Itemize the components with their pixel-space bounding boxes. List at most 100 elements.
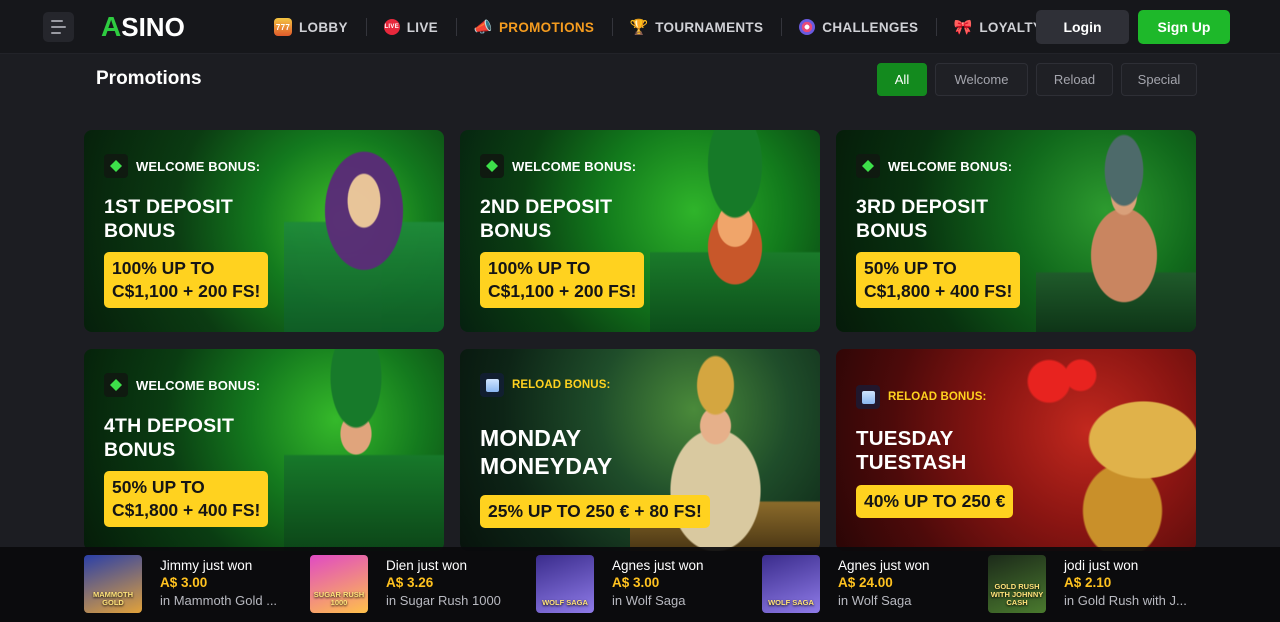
clover-icon: [104, 373, 128, 397]
target-icon: [799, 19, 816, 35]
nav-label: PROMOTIONS: [498, 19, 595, 35]
filter-reload[interactable]: Reload: [1036, 63, 1113, 96]
slot-777-icon: 777: [274, 18, 292, 36]
win-amount: A$ 2.10: [1064, 575, 1112, 590]
game-thumbnail-label: WOLF SAGA: [768, 598, 814, 607]
filter-all[interactable]: All: [877, 63, 927, 96]
win-item[interactable]: WOLF SAGA Agnes just won A$ 24.00 in Wol…: [762, 555, 977, 615]
hamburger-menu-button[interactable]: [43, 12, 74, 42]
promo-badge: WELCOME BONUS:: [104, 154, 260, 178]
nav-lobby[interactable]: 777 LOBBY: [256, 0, 366, 54]
game-thumbnail-label: SUGAR RUSH 1000: [313, 590, 365, 607]
win-item[interactable]: GOLD RUSH WITH JOHNNY CASH jodi just won…: [988, 555, 1203, 615]
live-icon: LIVE: [383, 19, 400, 35]
win-item[interactable]: SUGAR RUSH 1000 Dien just won A$ 3.26 in…: [310, 555, 525, 615]
clover-icon: [856, 154, 880, 178]
character-artwork: [284, 130, 444, 332]
nav-challenges[interactable]: CHALLENGES: [781, 0, 936, 54]
promo-title: 3RD DEPOSIT BONUS: [856, 196, 989, 242]
promo-offer: 50% UP TO C$1,800 + 400 FS!: [104, 471, 269, 527]
clover-icon: [480, 154, 504, 178]
nav-tournaments[interactable]: 🏆 TOURNAMENTS: [612, 0, 781, 54]
promo-badge: RELOAD BONUS:: [480, 373, 610, 397]
win-game-link[interactable]: in Gold Rush with J...: [1064, 592, 1187, 610]
nav-label: TOURNAMENTS: [655, 19, 764, 35]
brand-logo[interactable]: A SINO: [101, 11, 185, 43]
character-artwork: [986, 349, 1196, 551]
game-thumbnail: WOLF SAGA: [536, 555, 594, 613]
signup-button[interactable]: Sign Up: [1138, 10, 1230, 44]
win-game-link[interactable]: in Mammoth Gold ...: [160, 592, 277, 610]
promo-card[interactable]: WELCOME BONUS: 4TH DEPOSIT BONUS 50% UP …: [84, 349, 444, 551]
nav-label: CHALLENGES: [822, 19, 919, 35]
gift-icon: [856, 385, 880, 409]
nav-label: LOYALTY: [979, 19, 1043, 35]
promo-offer: 100% UP TO C$1,100 + 200 FS!: [104, 252, 269, 308]
promo-badge: WELCOME BONUS:: [480, 154, 636, 178]
game-thumbnail: SUGAR RUSH 1000: [310, 555, 368, 613]
game-thumbnail-label: MAMMOTH GOLD: [93, 590, 133, 607]
nav-live[interactable]: LIVE LIVE: [365, 0, 456, 54]
promo-badge-label: WELCOME BONUS:: [512, 158, 637, 174]
promo-badge-label: WELCOME BONUS:: [888, 158, 1013, 174]
win-item[interactable]: MAMMOTH GOLD Jimmy just won A$ 3.00 in M…: [84, 555, 299, 615]
winner-name: jodi just won: [1064, 558, 1139, 573]
promo-card[interactable]: WELCOME BONUS: 1ST DEPOSIT BONUS 100% UP…: [84, 130, 444, 332]
win-game-link[interactable]: in Sugar Rush 1000: [386, 592, 501, 610]
promo-card[interactable]: WELCOME BONUS: 2ND DEPOSIT BONUS 100% UP…: [460, 130, 820, 332]
promo-badge-label: RELOAD BONUS:: [888, 391, 987, 403]
recent-wins-ticker: MAMMOTH GOLD Jimmy just won A$ 3.00 in M…: [0, 547, 1280, 622]
menu-line: [51, 26, 66, 28]
promo-title: 1ST DEPOSIT BONUS: [104, 196, 233, 242]
game-thumbnail: MAMMOTH GOLD: [84, 555, 142, 613]
win-game-link[interactable]: in Wolf Saga: [838, 592, 930, 610]
promo-filter-tabs: All Welcome Reload Special: [877, 63, 1197, 96]
promo-badge-label: RELOAD BONUS:: [512, 379, 611, 391]
ribbon-gift-icon: 🎀: [953, 19, 973, 36]
promo-card[interactable]: RELOAD BONUS: TUESDAY TUESTASH 40% UP TO…: [836, 349, 1196, 551]
character-artwork: [284, 349, 444, 551]
promo-offer: 100% UP TO C$1,100 + 200 FS!: [480, 252, 645, 308]
promo-offer: 40% UP TO 250 €: [856, 485, 1014, 518]
filter-welcome[interactable]: Welcome: [935, 63, 1028, 96]
main-nav: 777 LOBBY LIVE LIVE 📣 PROMOTIONS 🏆 TOURN…: [256, 0, 1060, 54]
promo-card[interactable]: RELOAD BONUS: MONDAY MONEYDAY 25% UP TO …: [460, 349, 820, 551]
win-amount: A$ 3.00: [612, 575, 660, 590]
menu-line: [51, 20, 63, 22]
top-bar: A SINO 777 LOBBY LIVE LIVE 📣 PROMOTIONS …: [0, 0, 1280, 54]
login-button[interactable]: Login: [1036, 10, 1129, 44]
logo-text: SINO: [121, 11, 185, 42]
megaphone-icon: 📣: [473, 19, 493, 36]
promo-card[interactable]: WELCOME BONUS: 3RD DEPOSIT BONUS 50% UP …: [836, 130, 1196, 332]
nav-label: LIVE: [406, 19, 438, 35]
trophy-icon: 🏆: [629, 19, 649, 36]
win-amount: A$ 3.26: [386, 575, 434, 590]
winner-name: Jimmy just won: [160, 558, 253, 573]
game-thumbnail: WOLF SAGA: [762, 555, 820, 613]
gift-icon: [480, 373, 504, 397]
win-game-link[interactable]: in Wolf Saga: [612, 592, 704, 610]
logo-mark: A: [101, 11, 122, 42]
clover-icon: [104, 154, 128, 178]
nav-promotions[interactable]: 📣 PROMOTIONS: [455, 0, 612, 54]
character-artwork: [650, 130, 820, 332]
promo-title: TUESDAY TUESTASH: [856, 427, 967, 474]
promo-offer: 25% UP TO 250 € + 80 FS!: [480, 495, 710, 528]
promo-title: 2ND DEPOSIT BONUS: [480, 196, 613, 242]
page-title: Promotions: [96, 68, 202, 89]
win-item[interactable]: WOLF SAGA Agnes just won A$ 3.00 in Wolf…: [536, 555, 751, 615]
filter-special[interactable]: Special: [1121, 63, 1197, 96]
game-thumbnail-label: GOLD RUSH WITH JOHNNY CASH: [990, 582, 1044, 607]
win-amount: A$ 3.00: [160, 575, 208, 590]
promo-badge: WELCOME BONUS:: [104, 373, 260, 397]
winner-name: Agnes just won: [838, 558, 930, 573]
promo-badge: RELOAD BONUS:: [856, 385, 986, 409]
menu-line: [51, 32, 61, 34]
promo-title: 4TH DEPOSIT BONUS: [104, 415, 235, 461]
winner-name: Agnes just won: [612, 558, 704, 573]
promo-badge-label: WELCOME BONUS:: [136, 377, 261, 393]
promo-badge: WELCOME BONUS:: [856, 154, 1012, 178]
winner-name: Dien just won: [386, 558, 468, 573]
game-thumbnail-label: WOLF SAGA: [542, 598, 588, 607]
promo-offer: 50% UP TO C$1,800 + 400 FS!: [856, 252, 1021, 308]
